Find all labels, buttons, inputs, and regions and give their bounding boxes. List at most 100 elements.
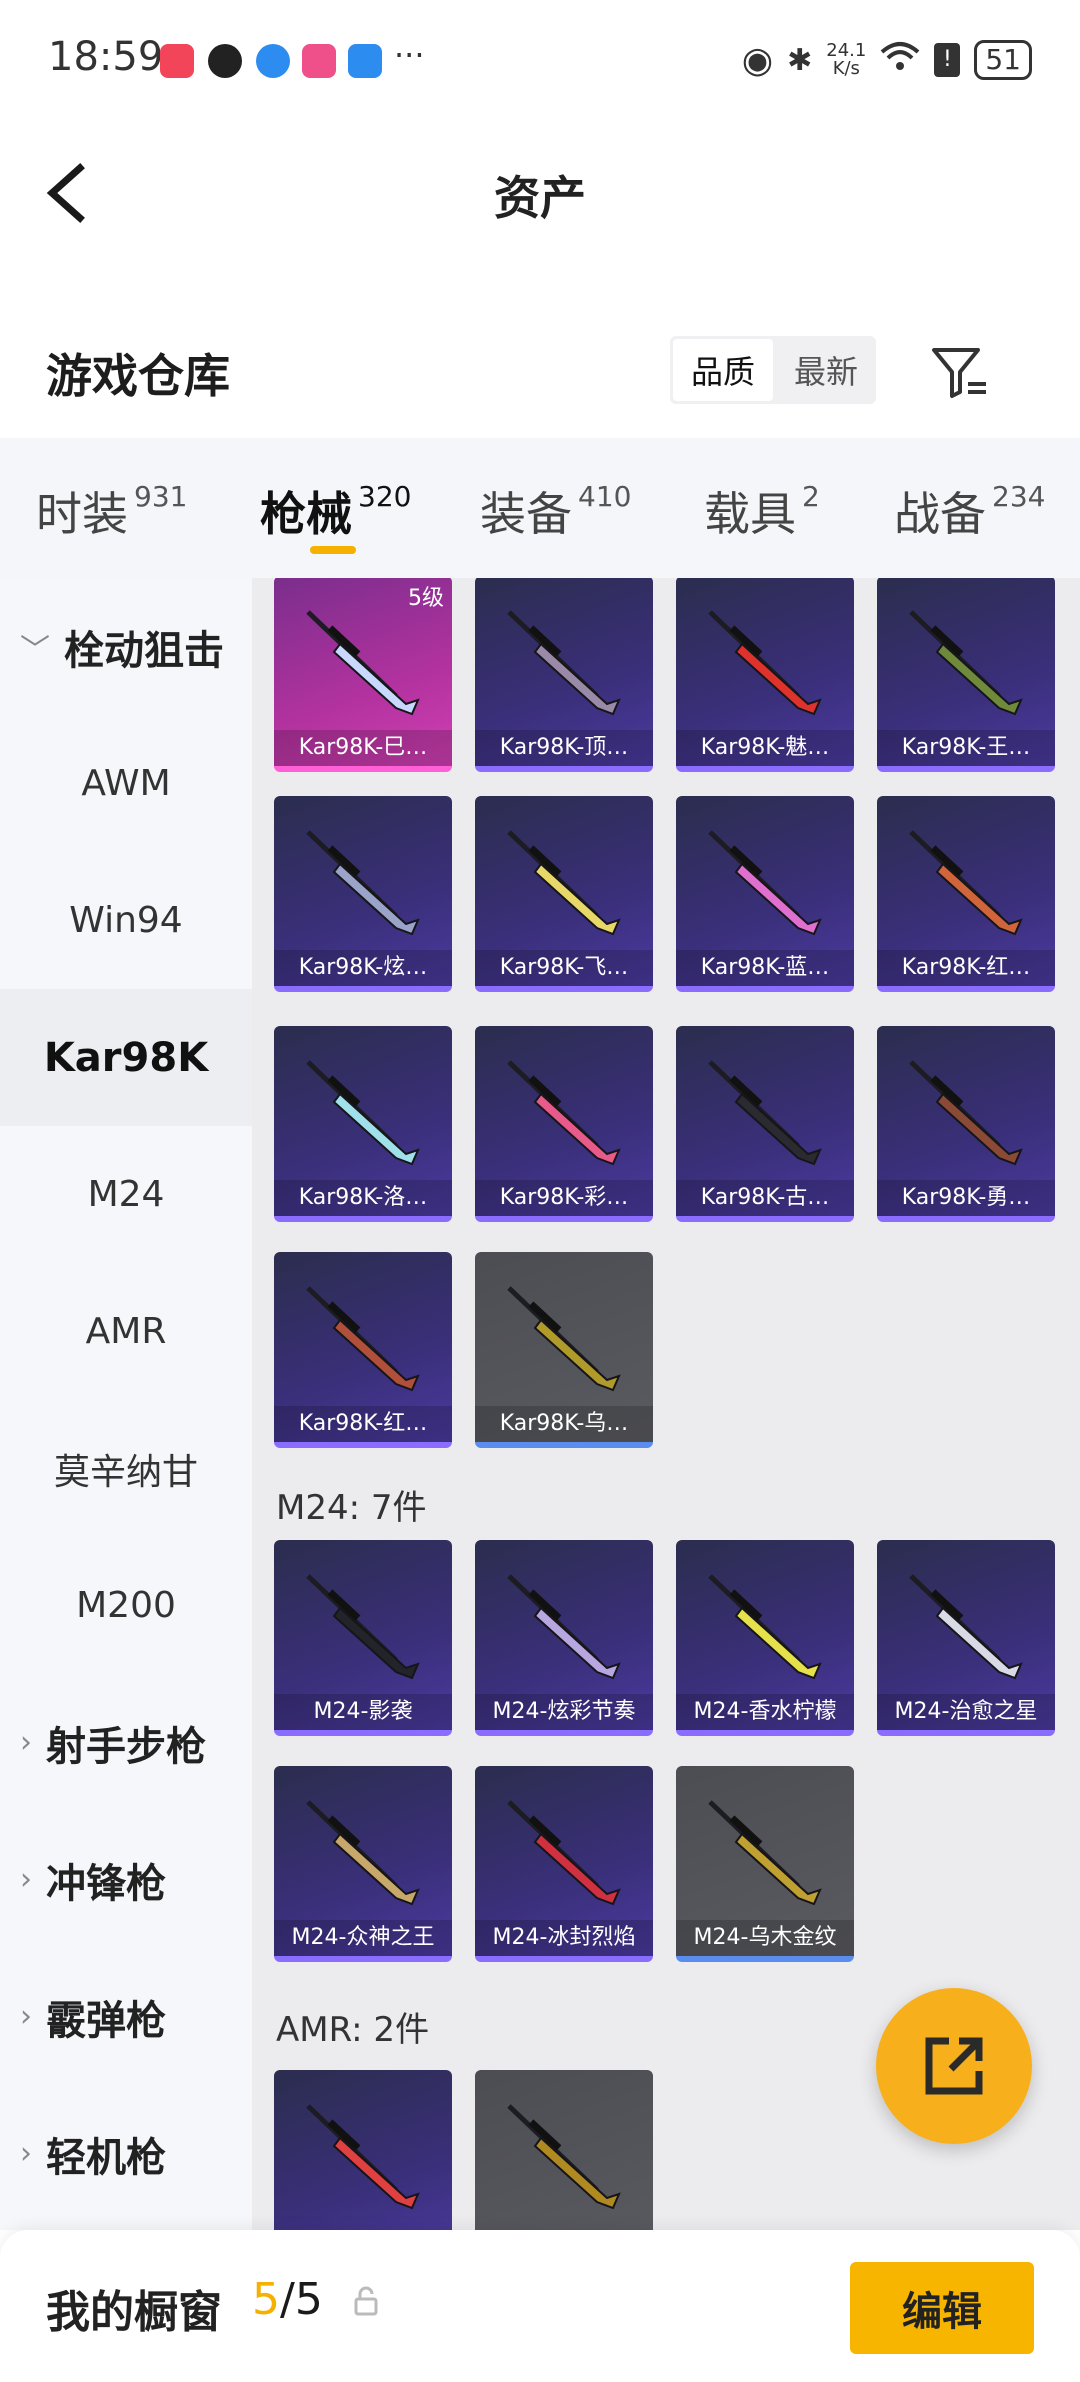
rifle-icon xyxy=(708,1060,822,1166)
tab-count: 234 xyxy=(992,480,1046,513)
sidebar-category-marksman[interactable]: › 射手步枪 xyxy=(0,1674,252,1811)
weapon-skin-card[interactable]: Kar98K-红… xyxy=(274,1252,452,1448)
weapon-skin-card[interactable]: Kar98K-乌… xyxy=(475,1252,653,1448)
weapon-skin-card[interactable]: Kar98K-红… xyxy=(877,796,1055,992)
rifle-icon xyxy=(708,830,822,936)
bluetooth-app-icon xyxy=(348,44,382,78)
skin-level-badge: 5级 xyxy=(408,586,444,611)
rifle-icon xyxy=(507,1286,621,1392)
tab-supplies[interactable]: 战备 234 xyxy=(894,478,1045,544)
weapon-skin-card[interactable]: Kar98K-顶… xyxy=(475,578,653,772)
weapon-skin-card[interactable]: M24-众神之王 xyxy=(274,1766,452,1962)
tab-vehicles[interactable]: 载具 2 xyxy=(704,478,820,544)
weapon-skin-name: M24-乌木金纹 xyxy=(676,1920,854,1956)
alert-icon: ! xyxy=(934,43,961,77)
weapon-skin-card[interactable]: M24-冰封烈焰 xyxy=(475,1766,653,1962)
tab-count: 2 xyxy=(802,480,820,513)
weapon-skin-name: Kar98K-勇… xyxy=(877,1180,1055,1216)
weapon-skin-card[interactable]: M24-影袭 xyxy=(274,1540,452,1736)
weapon-skin-name: M24-冰封烈焰 xyxy=(475,1920,653,1956)
sidebar-item-kar98k[interactable]: Kar98K xyxy=(0,989,252,1126)
filter-icon[interactable] xyxy=(930,342,990,402)
sidebar-category-lmg[interactable]: › 轻机枪 xyxy=(0,2085,252,2222)
tab-count: 410 xyxy=(578,480,632,513)
weapon-skin-card[interactable]: 5级 Kar98K-巳… xyxy=(274,578,452,772)
showcase-count: 5/5 xyxy=(252,2274,323,2325)
tab-label: 枪械 xyxy=(260,487,352,541)
sort-newest-option[interactable]: 最新 xyxy=(776,336,876,404)
showcase-count-current: 5 xyxy=(252,2274,280,2325)
weapon-skin-card[interactable]: Kar98K-古… xyxy=(676,1026,854,1222)
weapon-skin-name: Kar98K-巳… xyxy=(274,730,452,766)
section-title-amr: AMR: 2件 xyxy=(276,2010,430,2050)
sidebar-item-m200[interactable]: M200 xyxy=(0,1537,252,1674)
sidebar-category-bolt-action[interactable]: ﹀ 栓动狙击 xyxy=(0,578,252,715)
sidebar-item-awm[interactable]: AWM xyxy=(0,715,252,852)
weapon-skin-card[interactable] xyxy=(475,2070,653,2230)
weapon-skin-grid: M24: 7件 AMR: 2件 5级 Kar98K-巳… Kar98K-顶… Kar9… xyxy=(252,578,1080,2230)
weapon-skin-card[interactable]: M24-乌木金纹 xyxy=(676,1766,854,1962)
section-title-m24: M24: 7件 xyxy=(276,1488,427,1528)
weapon-skin-card[interactable]: Kar98K-飞… xyxy=(475,796,653,992)
sort-quality-option[interactable]: 品质 xyxy=(673,339,773,401)
edit-button[interactable]: 编辑 xyxy=(850,2262,1034,2354)
weapon-skin-name: M24-众神之王 xyxy=(274,1920,452,1956)
eye-icon: ◉ xyxy=(741,39,774,81)
weapon-skin-card[interactable]: M24-炫彩节奏 xyxy=(475,1540,653,1736)
sidebar-item-m24[interactable]: M24 xyxy=(0,1126,252,1263)
share-external-icon xyxy=(925,2037,983,2095)
page-title: 资产 xyxy=(494,171,586,225)
tab-count: 320 xyxy=(358,480,412,513)
weapon-skin-card[interactable]: Kar98K-洛… xyxy=(274,1026,452,1222)
weapon-skin-card[interactable]: Kar98K-蓝… xyxy=(676,796,854,992)
tab-count: 931 xyxy=(134,480,188,513)
showcase-bar: 我的橱窗 5/5 编辑 xyxy=(0,2230,1080,2382)
weapon-skin-card[interactable]: Kar98K-彩… xyxy=(475,1026,653,1222)
weapon-skin-name: Kar98K-顶… xyxy=(475,730,653,766)
battery-level: 51 xyxy=(974,40,1032,80)
sidebar-category-shotgun[interactable]: › 霰弹枪 xyxy=(0,1948,252,2085)
tab-fashion[interactable]: 时装 931 xyxy=(36,478,187,544)
showcase-count-total: /5 xyxy=(280,2274,323,2325)
tab-guns[interactable]: 枪械 320 xyxy=(260,478,411,544)
rifle-icon xyxy=(306,2104,420,2210)
sidebar-item-amr[interactable]: AMR xyxy=(0,1263,252,1400)
rifle-icon xyxy=(306,830,420,936)
rifle-icon xyxy=(507,610,621,716)
tab-label: 装备 xyxy=(480,487,572,541)
active-tab-indicator xyxy=(310,546,356,554)
sidebar-label: 射手步枪 xyxy=(46,1723,206,1770)
weapon-skin-name: M24-影袭 xyxy=(274,1694,452,1730)
sidebar-label: 轻机枪 xyxy=(46,2134,166,2181)
sidebar-category-smg[interactable]: › 冲锋枪 xyxy=(0,1811,252,1948)
share-fab[interactable] xyxy=(876,1988,1032,2144)
weapon-skin-card[interactable] xyxy=(274,2070,452,2230)
tab-equipment[interactable]: 装备 410 xyxy=(480,478,631,544)
sidebar-item-win94[interactable]: Win94 xyxy=(0,852,252,989)
weapon-skin-card[interactable]: M24-香水柠檬 xyxy=(676,1540,854,1736)
weapon-skin-name: Kar98K-古… xyxy=(676,1180,854,1216)
rifle-icon xyxy=(909,1060,1023,1166)
weapon-skin-card[interactable]: Kar98K-王… xyxy=(877,578,1055,772)
rifle-icon xyxy=(507,1574,621,1680)
chevron-down-icon: ﹀ xyxy=(20,632,50,668)
rifle-icon xyxy=(507,830,621,936)
weapon-skin-name: Kar98K-洛… xyxy=(274,1180,452,1216)
weapon-skin-card[interactable]: Kar98K-炫… xyxy=(274,796,452,992)
category-tabs: 时装 931 枪械 320 装备 410 载具 2 战备 234 xyxy=(0,438,1080,578)
rifle-icon xyxy=(507,1800,621,1906)
rifle-icon xyxy=(306,610,420,716)
more-notifications-icon: ··· xyxy=(394,36,425,74)
weapon-skin-card[interactable]: M24-治愈之星 xyxy=(877,1540,1055,1736)
net-speed-unit: K/s xyxy=(832,58,860,79)
app-header: 资产 xyxy=(0,120,1080,260)
weapon-skin-name: Kar98K-炫… xyxy=(274,950,452,986)
weapon-skin-card[interactable]: Kar98K-勇… xyxy=(877,1026,1055,1222)
sidebar-item-mosin[interactable]: 莫辛纳甘 xyxy=(0,1400,252,1537)
bilibili-icon xyxy=(302,44,336,78)
qq-icon xyxy=(208,44,242,78)
weapon-skin-card[interactable]: Kar98K-魅… xyxy=(676,578,854,772)
rifle-icon xyxy=(909,610,1023,716)
tab-label: 时装 xyxy=(36,487,128,541)
sidebar-label: 冲锋枪 xyxy=(46,1860,166,1907)
